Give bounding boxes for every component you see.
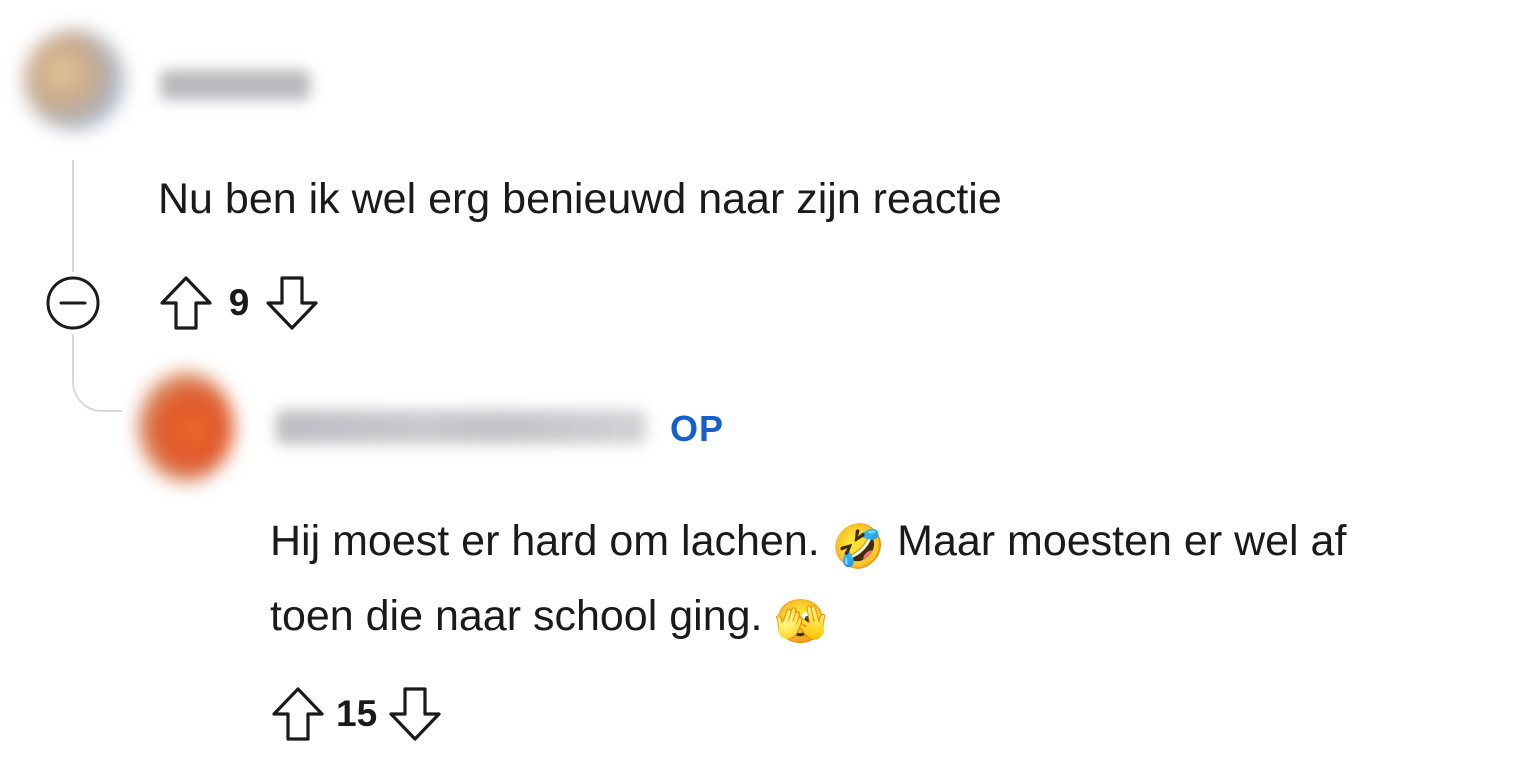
arrow-down-icon xyxy=(389,687,441,741)
downvote-button[interactable] xyxy=(264,273,320,333)
thread-line-branch[interactable] xyxy=(72,334,122,412)
vote-bar: 15 xyxy=(270,684,443,744)
collapse-thread-button[interactable] xyxy=(45,275,101,331)
op-badge: OP xyxy=(670,408,725,449)
avatar[interactable] xyxy=(138,372,234,482)
vote-count: 9 xyxy=(228,282,250,323)
vote-count: 15 xyxy=(336,693,378,734)
rolling-laughing-emoji: 🤣 xyxy=(831,523,886,571)
comment-body: Hij moest er hard om lachen. 🤣 Maar moes… xyxy=(270,507,1346,657)
username-redacted[interactable] xyxy=(276,410,646,444)
vote-bar: 9 xyxy=(158,273,320,333)
thread-line[interactable] xyxy=(72,160,74,272)
upvote-button[interactable] xyxy=(158,273,214,333)
peeking-eye-emoji: 🫣 xyxy=(774,598,828,646)
avatar[interactable] xyxy=(24,30,124,130)
comment-text: Maar moesten er wel af xyxy=(885,517,1347,565)
comment-line: toen die naar school ging. 🫣 xyxy=(270,582,1346,657)
comment-line: Hij moest er hard om lachen. 🤣 Maar moes… xyxy=(270,507,1346,582)
minus-circle-icon xyxy=(46,276,100,330)
downvote-button[interactable] xyxy=(387,684,443,744)
username-redacted[interactable] xyxy=(160,70,310,100)
comment-text: toen die naar school ging. xyxy=(270,592,775,640)
arrow-up-icon xyxy=(160,276,212,330)
upvote-button[interactable] xyxy=(270,684,326,744)
arrow-up-icon xyxy=(272,687,324,741)
comment-text: Nu ben ik wel erg benieuwd naar zijn rea… xyxy=(158,175,1002,223)
comment-thread: Nu ben ik wel erg benieuwd naar zijn rea… xyxy=(0,0,1532,760)
comment-body: Nu ben ik wel erg benieuwd naar zijn rea… xyxy=(158,165,1002,234)
arrow-down-icon xyxy=(266,276,318,330)
comment-text: Hij moest er hard om lachen. xyxy=(270,517,832,565)
